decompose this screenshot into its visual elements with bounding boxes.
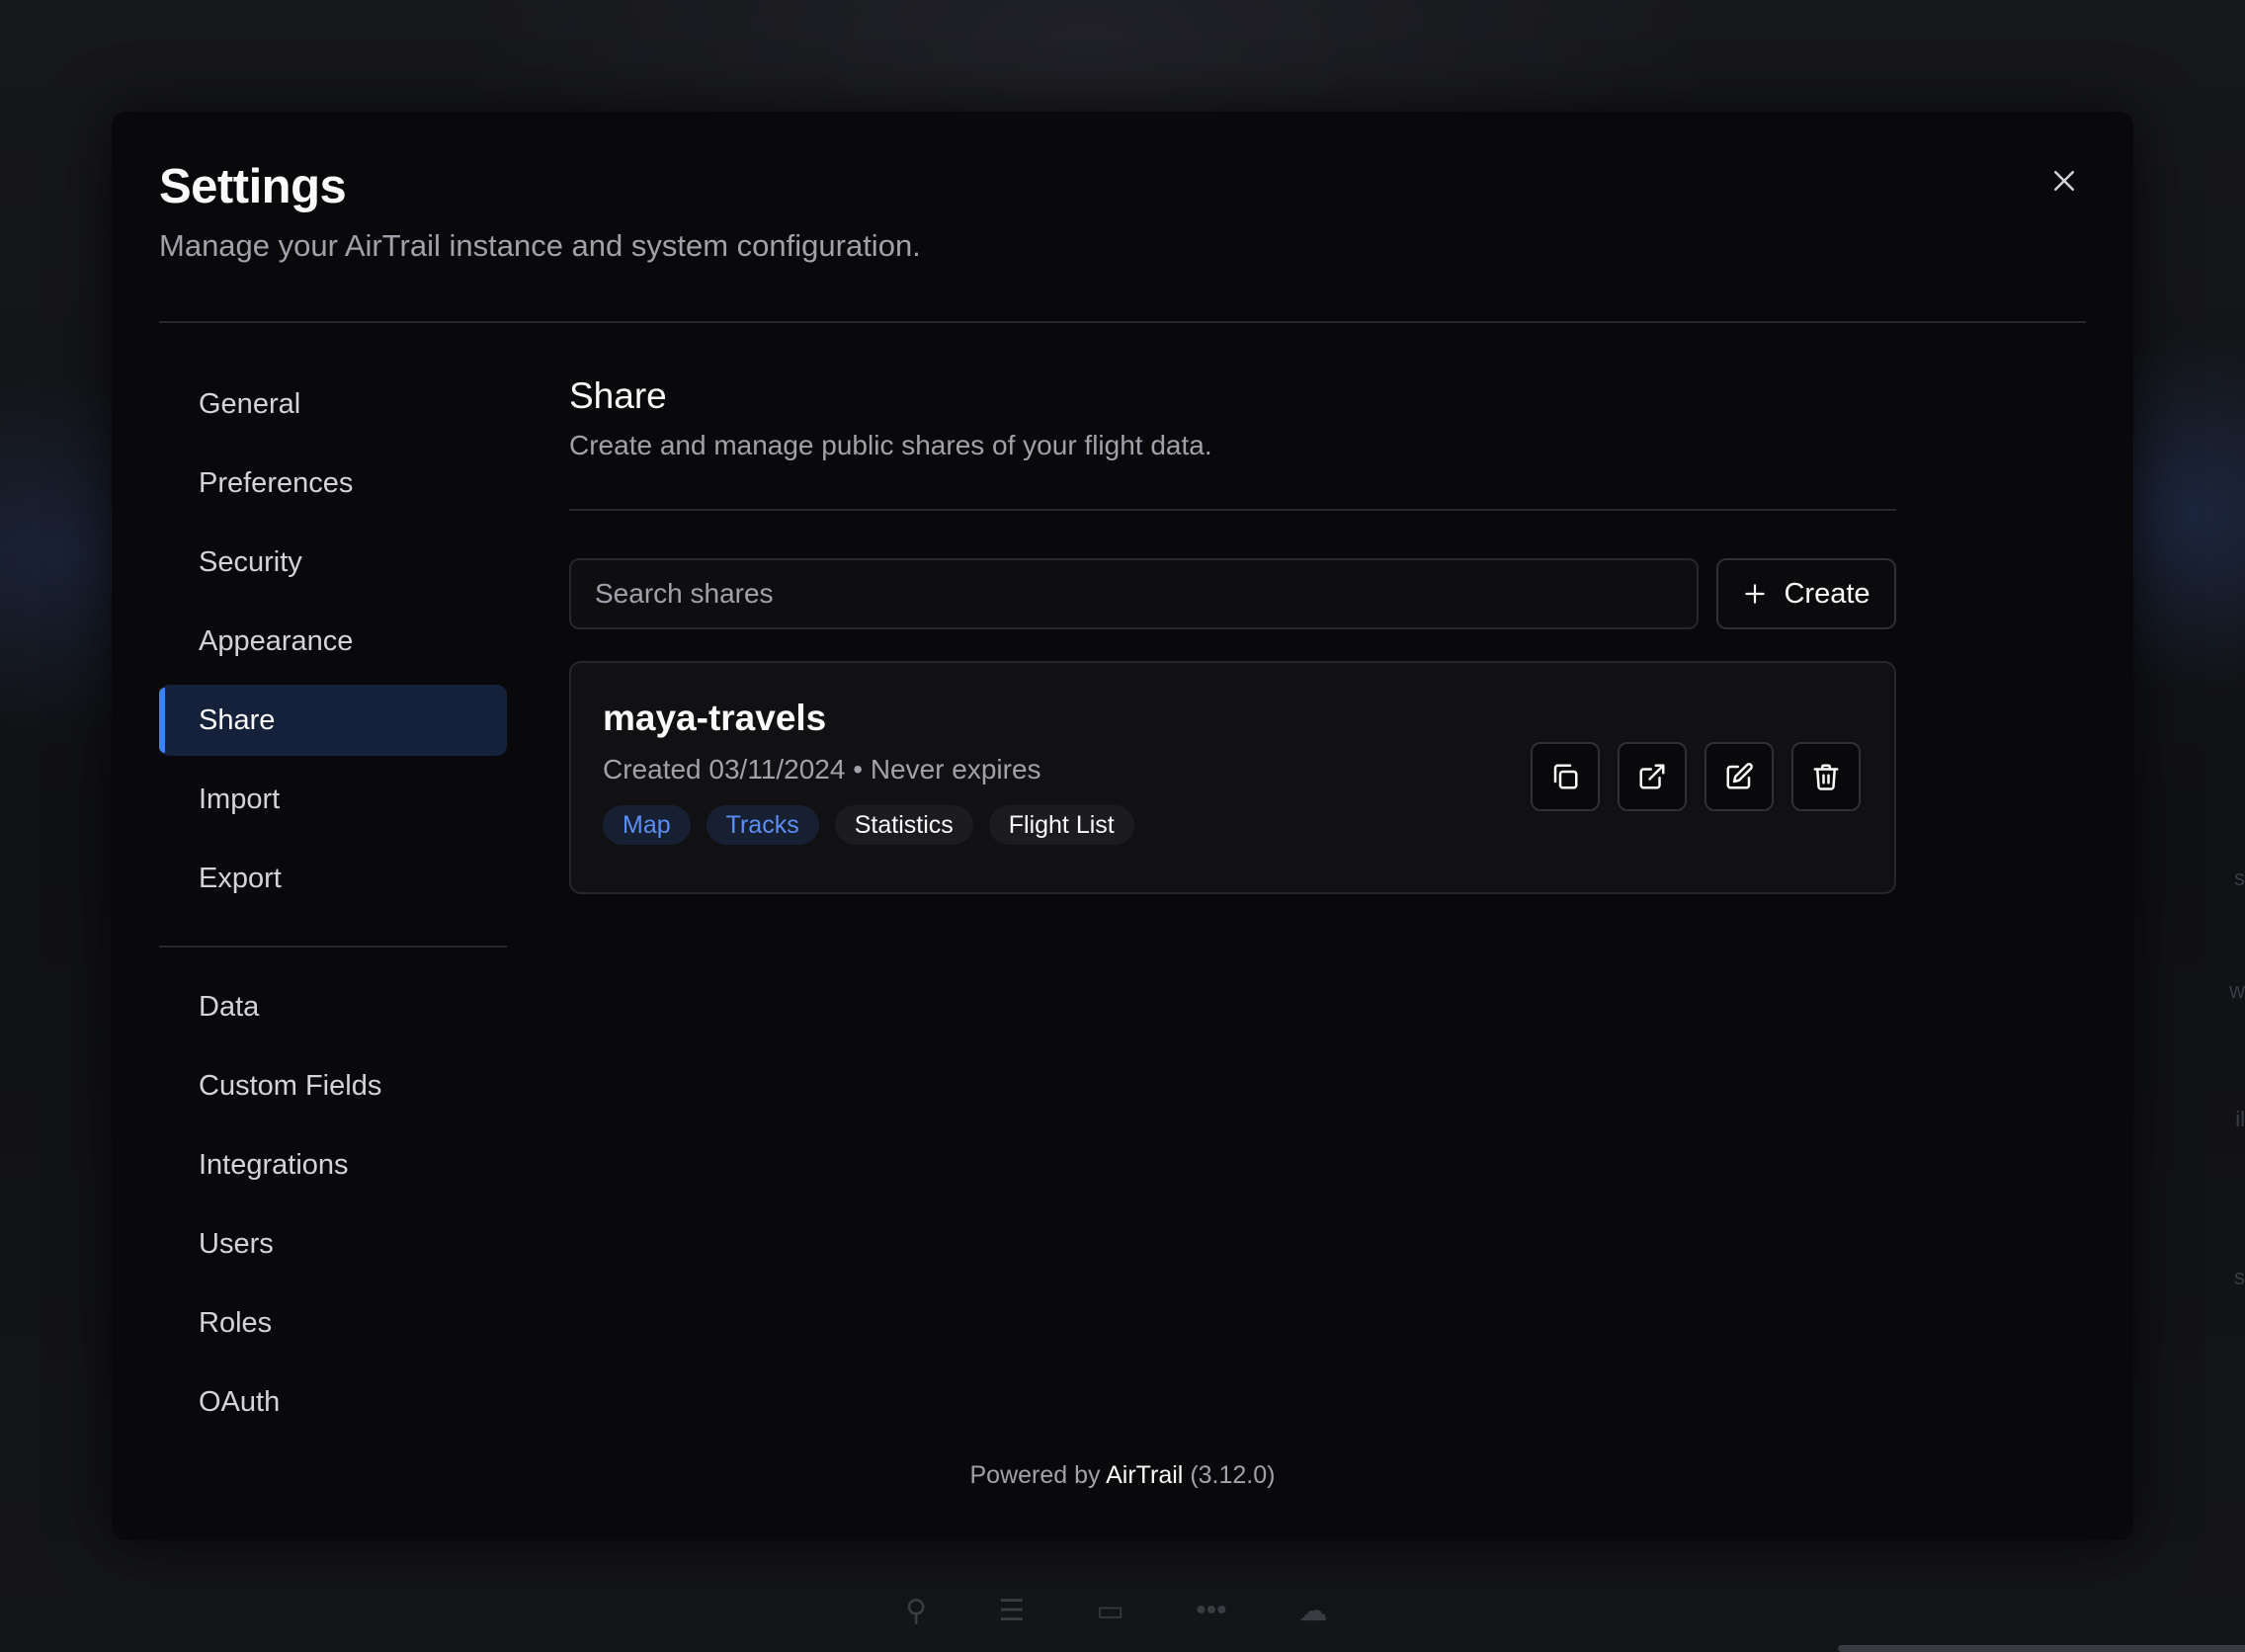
tag-statistics: Statistics [834,805,973,845]
tag-tracks: Tracks [706,805,819,845]
modal-subtitle: Manage your AirTrail instance and system… [159,228,921,263]
section-description: Create and manage public shares of your … [569,430,1212,460]
sidebar-item-preferences[interactable]: Preferences [159,448,507,519]
delete-share-button[interactable] [1791,742,1861,811]
sidebar-item-appearance[interactable]: Appearance [159,606,507,677]
sidebar-item-integrations[interactable]: Integrations [159,1129,507,1200]
close-icon [2054,171,2074,191]
share-name: maya-travels [603,698,827,738]
settings-modal: Settings Manage your AirTrail instance a… [112,112,2133,1540]
background-text: il [2235,1107,2245,1131]
sidebar-divider [159,946,507,948]
background-text: w [2229,978,2245,1003]
background-scrollbar [1838,1645,2245,1652]
powered-by-footer: Powered by AirTrail (3.12.0) [112,1461,2133,1490]
background-cloud-icon: ☁ [1297,1594,1328,1627]
background-text: s [2234,866,2245,890]
share-actions [1531,742,1861,811]
open-share-button[interactable] [1618,742,1687,811]
edit-share-button[interactable] [1705,742,1774,811]
sidebar-item-general[interactable]: General [159,369,507,440]
background-add-icon: ⚲ [905,1594,928,1627]
background-dock: ⚲ ☰ ▭ ••• ☁ [870,1581,1364,1640]
tag-map: Map [603,805,691,845]
edit-icon [1726,763,1753,789]
sidebar-item-import[interactable]: Import [159,764,507,835]
external-link-icon [1639,764,1665,789]
search-shares-input[interactable] [569,558,1699,629]
close-button[interactable] [2042,159,2086,203]
share-card: maya-travels Created 03/11/2024 • Never … [569,661,1896,894]
share-tags: Map Tracks Statistics Flight List [603,805,1863,845]
sidebar-item-share[interactable]: Share [159,685,507,756]
tag-flight-list: Flight List [988,805,1134,845]
sidebar-item-export[interactable]: Export [159,843,507,914]
section-title: Share [569,375,667,416]
header-divider [159,321,2086,323]
section-divider [569,509,1896,511]
modal-title: Settings [159,160,347,213]
copy-link-button[interactable] [1531,742,1600,811]
sidebar-item-security[interactable]: Security [159,527,507,598]
sidebar-item-custom-fields[interactable]: Custom Fields [159,1050,507,1121]
background-ruler-icon: ▭ [1096,1594,1124,1627]
background-more-icon: ••• [1196,1594,1227,1626]
footer-prefix: Powered by [969,1461,1101,1489]
background-list-icon: ☰ [998,1594,1026,1627]
sidebar-item-users[interactable]: Users [159,1208,507,1280]
create-share-button[interactable]: Create [1716,558,1896,629]
share-section: Share Create and manage public shares of… [569,372,1896,894]
trash-icon [1813,764,1839,790]
settings-sidebar: General Preferences Security Appearance … [159,369,507,1446]
sidebar-item-oauth[interactable]: OAuth [159,1366,507,1438]
plus-icon [1745,584,1766,604]
sidebar-item-data[interactable]: Data [159,971,507,1042]
footer-brand: AirTrail [1106,1461,1184,1489]
share-toolbar: Create [569,558,1896,629]
footer-version: (3.12.0) [1190,1461,1276,1489]
copy-icon [1553,764,1578,789]
background-text: s [2234,1265,2245,1289]
sidebar-item-roles[interactable]: Roles [159,1287,507,1359]
create-button-label: Create [1784,577,1871,610]
